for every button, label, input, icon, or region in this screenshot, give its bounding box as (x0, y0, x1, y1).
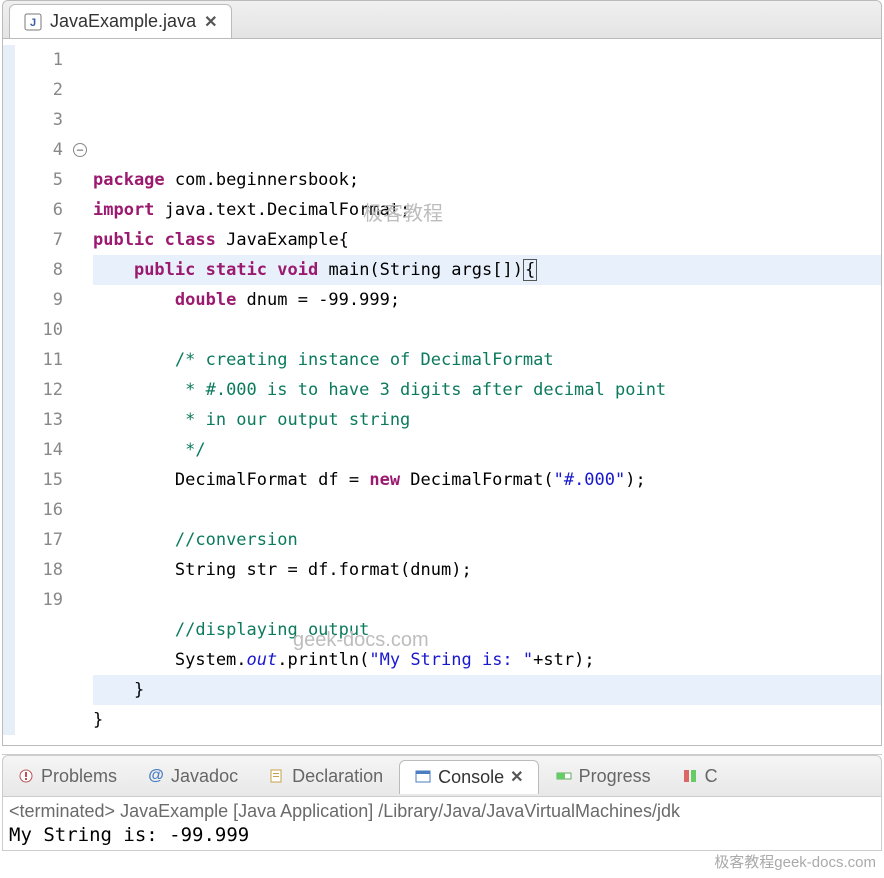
tab-label: Problems (41, 766, 117, 787)
editor-tab-bar: J JavaExample.java ✕ (3, 1, 881, 39)
code-line[interactable]: * #.000 is to have 3 digits after decima… (93, 375, 881, 405)
tab-progress[interactable]: Progress (541, 760, 665, 793)
tab-label: C (705, 766, 718, 787)
code-line[interactable]: DecimalFormat df = new DecimalFormat("#.… (93, 465, 881, 495)
tab-label: Javadoc (171, 766, 238, 787)
coverage-icon (681, 767, 699, 785)
console-status: <terminated> JavaExample [Java Applicati… (9, 801, 875, 822)
console-icon (414, 768, 432, 786)
code-line[interactable]: */ (93, 435, 881, 465)
tab-console[interactable]: Console ✕ (399, 760, 538, 794)
editor-tab[interactable]: J JavaExample.java ✕ (9, 4, 232, 38)
overview-ruler (3, 45, 15, 735)
code-line[interactable]: System.out.println("My String is: "+str)… (93, 645, 881, 675)
declaration-icon (268, 767, 286, 785)
code-line[interactable]: public class JavaExample{ (93, 225, 881, 255)
console-output: My String is: -99.999 (9, 822, 875, 846)
code-lines[interactable]: 极客教程 geek-docs.com package com.beginners… (93, 45, 881, 735)
code-line[interactable]: String str = df.format(dnum); (93, 555, 881, 585)
fold-strip: − (73, 45, 93, 735)
editor-panel: J JavaExample.java ✕ 1234567891011121314… (2, 0, 882, 746)
code-line[interactable] (93, 585, 881, 615)
tab-javadoc[interactable]: @ Javadoc (133, 760, 252, 793)
code-line[interactable]: //displaying output (93, 615, 881, 645)
editor-tab-label: JavaExample.java (50, 11, 196, 32)
console-body[interactable]: <terminated> JavaExample [Java Applicati… (2, 797, 882, 851)
code-line[interactable]: double dnum = -99.999; (93, 285, 881, 315)
code-line[interactable]: } (93, 675, 881, 705)
code-line[interactable]: } (93, 705, 881, 735)
footer-watermark: 极客教程geek-docs.com (714, 851, 876, 872)
code-line[interactable]: * in our output string (93, 405, 881, 435)
bottom-tab-bar: Problems @ Javadoc Declaration Console ✕… (2, 755, 882, 797)
svg-text:J: J (30, 17, 36, 29)
problems-icon (17, 767, 35, 785)
tab-label: Progress (579, 766, 651, 787)
close-icon[interactable]: ✕ (204, 12, 217, 32)
code-line[interactable]: public static void main(String args[]){ (93, 255, 881, 285)
code-line[interactable]: import java.text.DecimalFormat; (93, 195, 881, 225)
close-icon[interactable]: ✕ (510, 767, 523, 787)
code-line[interactable]: /* creating instance of DecimalFormat (93, 345, 881, 375)
code-line[interactable] (93, 315, 881, 345)
code-line[interactable] (93, 495, 881, 525)
progress-icon (555, 767, 573, 785)
tab-label: Declaration (292, 766, 383, 787)
code-line[interactable]: //conversion (93, 525, 881, 555)
code-line[interactable]: package com.beginnersbook; (93, 165, 881, 195)
tab-problems[interactable]: Problems (3, 760, 131, 793)
line-number-gutter: 12345678910111213141516171819 (15, 45, 73, 735)
code-area[interactable]: 12345678910111213141516171819 − 极客教程 gee… (3, 39, 881, 745)
tab-label: Console (438, 767, 504, 788)
tab-coverage[interactable]: C (667, 760, 732, 793)
java-file-icon: J (24, 13, 42, 31)
fold-toggle-icon[interactable]: − (73, 143, 87, 157)
tab-declaration[interactable]: Declaration (254, 760, 397, 793)
javadoc-icon: @ (147, 767, 165, 785)
bottom-panel: Problems @ Javadoc Declaration Console ✕… (2, 754, 882, 851)
